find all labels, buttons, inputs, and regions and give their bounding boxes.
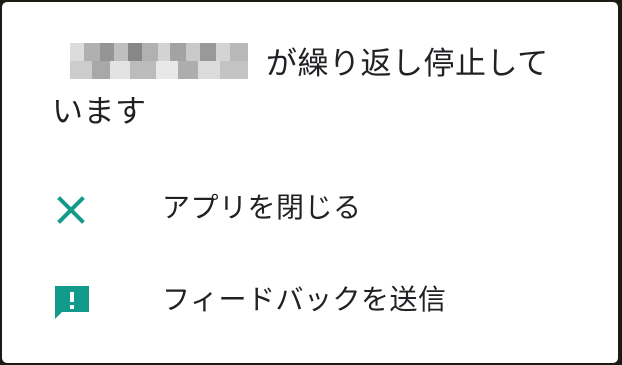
app-not-responding-dialog: が繰り返し停止しています アプリを閉じる フィードバックを送信 bbox=[2, 2, 618, 363]
close-app-label: アプリを閉じる bbox=[162, 191, 362, 224]
send-feedback-label: フィードバックを送信 bbox=[162, 283, 447, 316]
close-app-button[interactable]: アプリを閉じる bbox=[2, 168, 618, 248]
dialog-title: が繰り返し停止しています bbox=[52, 40, 572, 136]
feedback-icon bbox=[52, 282, 92, 322]
close-icon bbox=[52, 190, 92, 230]
app-name-redacted bbox=[70, 43, 248, 79]
send-feedback-button[interactable]: フィードバックを送信 bbox=[2, 260, 618, 340]
